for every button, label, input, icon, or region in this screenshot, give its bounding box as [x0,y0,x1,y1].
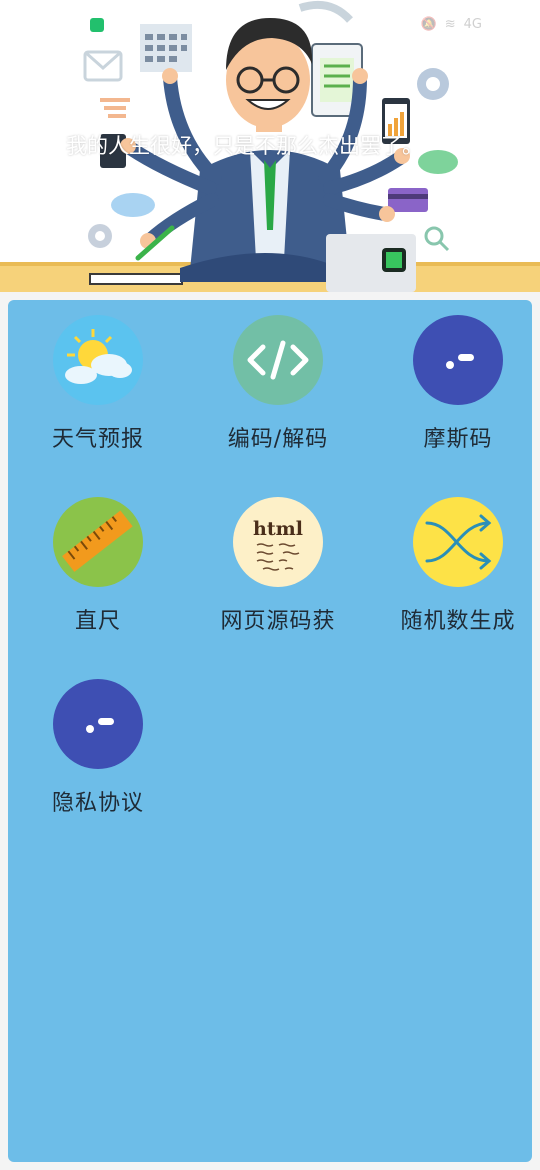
wifi-icon: ≋ [444,16,456,32]
tool-ruler[interactable]: 直尺 [8,497,188,679]
morse-icon [413,315,503,405]
svg-text:html: html [253,518,303,540]
tools-panel: 天气预报 编码/解码 摩斯码 直尺 html 网页源码获 随机数生成 隐私协议 [8,300,532,1162]
tool-label: 天气预报 [51,427,144,452]
html-note-icon: html [233,497,323,587]
mute-icon: 🔕 [420,16,437,32]
tools-grid: 天气预报 编码/解码 摩斯码 直尺 html 网页源码获 随机数生成 隐私协议 [8,315,532,861]
tool-label: 直尺 [74,609,121,634]
tool-label: 摩斯码 [423,427,493,452]
tool-label: 编码/解码 [227,427,329,452]
tool-privacy-policy[interactable]: 隐私协议 [8,679,188,861]
network-label: 4G [463,16,482,32]
tool-label: 网页源码获 [220,609,336,634]
status-bar-icons: 🔕 ≋ 4G [421,12,482,36]
header-banner: 🔕 ≋ 4G 我的人生很好，只是不那么杰出罢了。 [0,0,540,292]
notification-app-icon [90,18,104,32]
tool-encode-decode[interactable]: 编码/解码 [188,315,368,497]
privacy-icon [53,679,143,769]
shuffle-icon [413,497,503,587]
ruler-icon [53,497,143,587]
motto-text: 我的人生很好，只是不那么杰出罢了。 [66,134,423,158]
code-icon [233,315,323,405]
tool-web-source[interactable]: html 网页源码获 [188,497,368,679]
tool-random-number[interactable]: 随机数生成 [368,497,540,679]
tool-label: 隐私协议 [51,791,144,816]
tool-morse[interactable]: 摩斯码 [368,315,540,497]
tool-label: 随机数生成 [400,609,516,634]
weather-icon [53,315,143,405]
tool-weather[interactable]: 天气预报 [8,315,188,497]
